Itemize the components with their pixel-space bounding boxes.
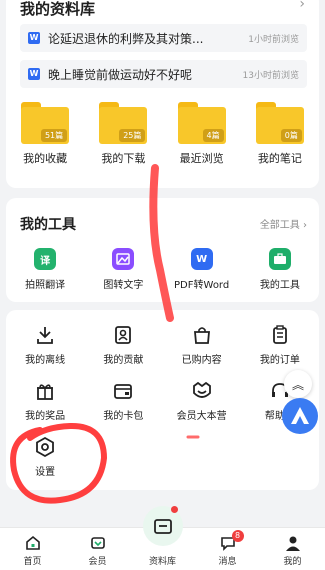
service-orders[interactable]: 我的订单 — [241, 324, 319, 366]
service-label: 会员大本营 — [176, 411, 227, 422]
contribution-icon — [115, 326, 132, 344]
all-tools-label: 全部工具 — [259, 220, 300, 231]
service-label: 我的奖品 — [25, 411, 66, 422]
folder-row: 51篇 我的收藏 25篇 我的下载 4篇 最近浏览 0篇 我的笔记 — [6, 102, 319, 166]
message-badge: 8 — [231, 530, 244, 542]
doc-title: 晚上睡觉前做运动好不好呢 — [48, 67, 193, 82]
library-more-chevron-icon[interactable]: › — [299, 0, 305, 12]
service-card-wallet[interactable]: 我的卡包 — [84, 380, 162, 422]
tool-image-to-text[interactable]: 图转文字 — [86, 248, 160, 291]
word-doc-icon: W — [28, 68, 40, 80]
tab-label: 我的 — [283, 557, 302, 567]
doc-time: 13小时前浏览 — [242, 70, 299, 81]
folder-label: 我的下载 — [101, 152, 146, 165]
folder-count: 4篇 — [202, 129, 224, 142]
ai-logo-icon — [291, 407, 309, 424]
tab-label: 消息 — [218, 557, 237, 567]
tool-label: PDF转Word — [174, 280, 230, 291]
double-chevron-up-icon: ︽ — [291, 377, 304, 392]
folder-count: 51篇 — [40, 129, 68, 142]
folder-label: 最近浏览 — [179, 152, 224, 165]
folder-label: 我的笔记 — [257, 152, 302, 165]
order-clipboard-icon — [272, 325, 287, 344]
tab-profile[interactable]: 我的 — [263, 534, 323, 567]
folder-count: 25篇 — [119, 129, 146, 142]
folder-icon: 25篇 — [99, 102, 148, 144]
service-contribution[interactable]: 我的贡献 — [84, 324, 162, 366]
notification-dot — [170, 506, 178, 513]
vip-smile-icon — [192, 381, 211, 398]
shopping-bag-icon — [193, 327, 210, 344]
tab-label: 会员 — [88, 557, 107, 567]
pdf-to-word-icon: W — [190, 248, 213, 270]
service-label: 我的卡包 — [103, 411, 144, 422]
tool-photo-translate[interactable]: 译 拍照翻译 — [8, 248, 82, 291]
recent-doc-row[interactable]: W 晚上睡觉前做运动好不好呢 13小时前浏览 — [20, 60, 307, 88]
tab-messages[interactable]: 8 消息 — [198, 530, 258, 567]
tools-card: 我的工具 全部工具 › 译 拍照翻译 图转文字 W PDF转Word 我的工具 — [6, 198, 319, 302]
bottom-tab-bar: 首页 会员 资料库 8 消息 我的 — [0, 506, 325, 570]
service-label: 设置 — [35, 467, 56, 478]
recent-doc-row[interactable]: W 论延迟退休的利弊及其对策... 1小时前浏览 — [20, 24, 307, 52]
tool-label: 拍照翻译 — [25, 280, 66, 291]
offline-download-icon — [37, 327, 54, 344]
settings-hexagon-icon — [36, 436, 55, 458]
tab-library[interactable]: 资料库 — [133, 506, 193, 567]
service-vip-camp[interactable]: 会员大本营 — [163, 380, 241, 422]
tool-label: 图转文字 — [103, 280, 144, 291]
folder-icon: 0篇 — [255, 102, 304, 144]
tab-label: 首页 — [23, 557, 42, 567]
doc-time: 1小时前浏览 — [248, 34, 299, 45]
gift-icon — [37, 384, 54, 400]
library-card: 我的资料库 › W 论延迟退休的利弊及其对策... 1小时前浏览 W 晚上睡觉前… — [6, 0, 319, 188]
folder-recent[interactable]: 4篇 最近浏览 — [167, 102, 237, 166]
doc-title: 论延迟退休的利弊及其对策... — [48, 31, 204, 46]
word-doc-icon: W — [28, 32, 40, 44]
library-title: 我的资料库 — [20, 0, 96, 18]
vip-icon — [90, 537, 105, 549]
folder-label: 我的收藏 — [23, 152, 68, 165]
service-label: 我的订单 — [259, 355, 300, 366]
folder-count: 0篇 — [280, 129, 302, 142]
tools-title: 我的工具 — [20, 217, 76, 233]
image-to-text-icon — [112, 248, 135, 270]
service-label: 我的贡献 — [103, 355, 144, 366]
photo-translate-icon: 译 — [34, 248, 57, 270]
tab-label: 资料库 — [148, 557, 176, 567]
service-offline[interactable]: 我的离线 — [6, 324, 84, 366]
service-settings[interactable]: 设置 — [6, 436, 84, 478]
folder-icon: 4篇 — [177, 102, 226, 144]
profile-icon — [285, 536, 300, 551]
service-purchased[interactable]: 已购内容 — [163, 324, 241, 366]
service-prizes[interactable]: 我的奖品 — [6, 380, 84, 422]
tool-label: 我的工具 — [259, 280, 300, 291]
tab-home[interactable]: 首页 — [3, 534, 63, 567]
services-grid: 我的离线 我的贡献 已购内容 我的订单 我的奖品 我的卡包 会员大本营 帮助与 — [6, 324, 319, 478]
service-label: 我的离线 — [25, 355, 66, 366]
folder-icon: 51篇 — [21, 102, 70, 144]
services-card: 我的离线 我的贡献 已购内容 我的订单 我的奖品 我的卡包 会员大本营 帮助与 — [6, 310, 319, 490]
library-icon — [153, 519, 172, 534]
card-wallet-icon — [114, 384, 133, 399]
chevron-right-icon: › — [303, 220, 307, 231]
ai-assistant-button[interactable] — [282, 398, 318, 434]
home-icon — [25, 535, 40, 550]
tool-row: 译 拍照翻译 图转文字 W PDF转Word 我的工具 — [6, 248, 319, 291]
tool-pdf-to-word[interactable]: W PDF转Word — [165, 248, 239, 291]
folder-notes[interactable]: 0篇 我的笔记 — [245, 102, 315, 166]
folder-favorites[interactable]: 51篇 我的收藏 — [10, 102, 80, 166]
scroll-up-button[interactable]: ︽ — [284, 370, 312, 398]
tool-my-tools[interactable]: 我的工具 — [243, 248, 317, 291]
toolbox-icon — [268, 248, 291, 270]
service-label: 已购内容 — [181, 355, 222, 366]
all-tools-link[interactable]: 全部工具 › — [260, 216, 307, 231]
tab-vip[interactable]: 会员 — [68, 534, 128, 567]
folder-downloads[interactable]: 25篇 我的下载 — [88, 102, 158, 166]
